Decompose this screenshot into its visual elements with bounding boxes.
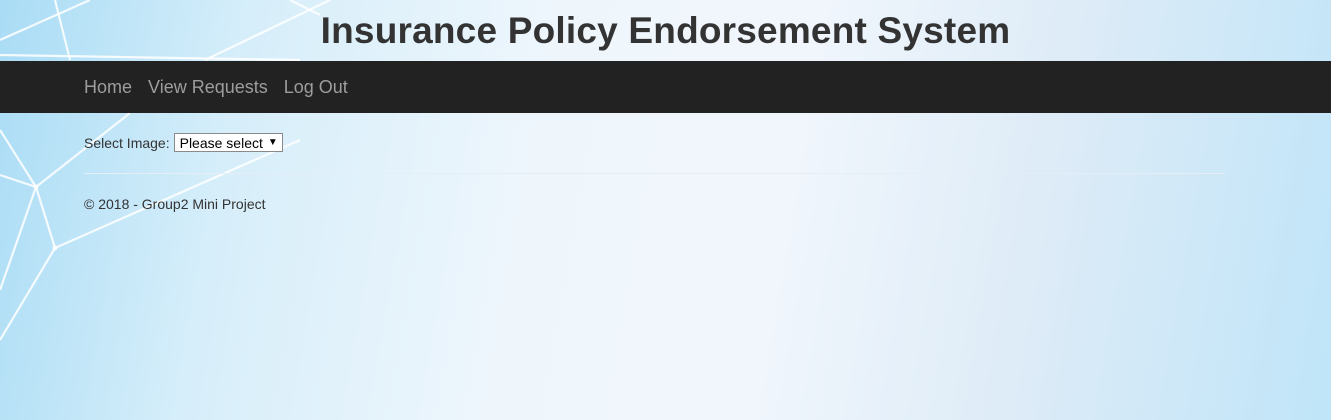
image-select-row: Select Image: Please select ▼ xyxy=(84,133,283,152)
dropdown-arrow-icon: ▼ xyxy=(267,137,278,148)
footer-divider xyxy=(84,173,1224,174)
select-value: Please select xyxy=(179,134,263,151)
nav-menu: Home View Requests Log Out xyxy=(84,61,364,113)
nav-view-requests-link[interactable]: View Requests xyxy=(148,77,268,98)
nav-home-link[interactable]: Home xyxy=(84,77,132,98)
navbar: Home View Requests Log Out xyxy=(0,61,1331,113)
image-select-dropdown[interactable]: Please select ▼ xyxy=(173,133,283,152)
nav-log-out-link[interactable]: Log Out xyxy=(284,77,348,98)
page-title: Insurance Policy Endorsement System xyxy=(320,10,1011,51)
footer-copyright: © 2018 - Group2 Mini Project xyxy=(84,196,266,212)
select-image-label: Select Image: xyxy=(84,134,170,151)
